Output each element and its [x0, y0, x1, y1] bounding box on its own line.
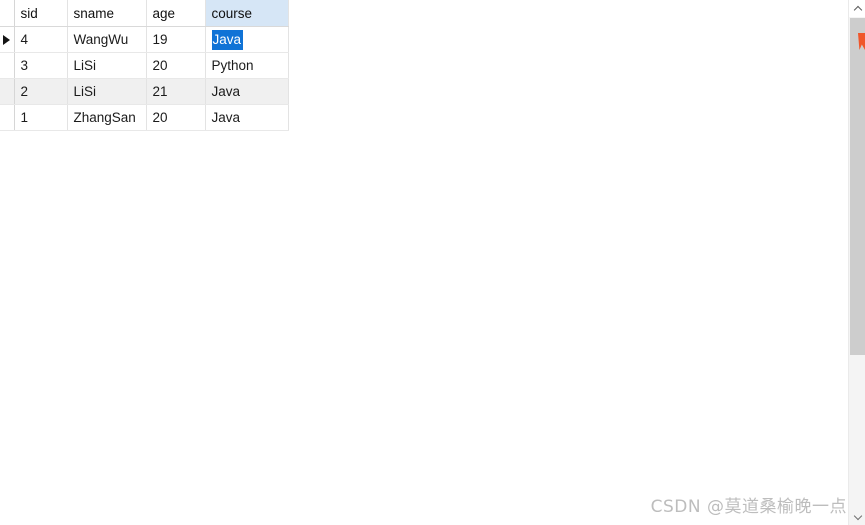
column-header-sname[interactable]: sname — [67, 0, 147, 27]
cell-sname[interactable]: WangWu — [67, 26, 147, 53]
watermark: CSDN @莫道桑榆晚一点 — [650, 497, 847, 517]
cell-sid[interactable]: 1 — [14, 104, 68, 131]
row-indicator-cell[interactable] — [0, 104, 15, 131]
row-indicator-cell[interactable] — [0, 78, 15, 105]
row-indicator-cell[interactable] — [0, 52, 15, 79]
row-indicator-cell[interactable] — [0, 26, 15, 53]
chevron-down-icon — [854, 513, 862, 521]
cell-sid[interactable]: 2 — [14, 78, 68, 105]
data-grid[interactable]: sid sname age course 4 WangWu 19 Java 3 — [0, 0, 289, 131]
column-header-indicator — [0, 0, 15, 27]
cell-sname[interactable]: LiSi — [67, 52, 147, 79]
column-header-age[interactable]: age — [146, 0, 206, 27]
cell-course[interactable]: Java — [205, 104, 289, 131]
column-header-sid[interactable]: sid — [14, 0, 68, 27]
cell-age[interactable]: 20 — [146, 104, 206, 131]
cell-sid[interactable]: 4 — [14, 26, 68, 53]
cell-course-selected[interactable]: Java — [205, 26, 289, 53]
cell-sid[interactable]: 3 — [14, 52, 68, 79]
cell-course[interactable]: Java — [205, 78, 289, 105]
table-row[interactable]: 4 WangWu 19 Java — [0, 26, 289, 53]
table-row[interactable]: 3 LiSi 20 Python — [0, 52, 289, 79]
scroll-up-button[interactable] — [849, 0, 865, 17]
cell-age[interactable]: 19 — [146, 26, 206, 53]
cell-age[interactable]: 20 — [146, 52, 206, 79]
cell-age[interactable]: 21 — [146, 78, 206, 105]
chevron-up-icon — [854, 5, 862, 13]
scroll-down-button[interactable] — [849, 508, 865, 525]
data-grid-container: sid sname age course 4 WangWu 19 Java 3 — [0, 0, 289, 131]
table-row[interactable]: 2 LiSi 21 Java — [0, 78, 289, 105]
cell-sname[interactable]: ZhangSan — [67, 104, 147, 131]
column-header-course[interactable]: course — [205, 0, 289, 27]
vertical-scrollbar[interactable] — [848, 0, 865, 525]
cell-course[interactable]: Python — [205, 52, 289, 79]
table-row[interactable]: 1 ZhangSan 20 Java — [0, 104, 289, 131]
current-row-arrow-icon — [3, 34, 10, 45]
grid-header-row: sid sname age course — [0, 0, 289, 27]
selected-cell-text: Java — [211, 29, 244, 50]
scrollbar-thumb[interactable] — [850, 18, 865, 355]
cell-sname[interactable]: LiSi — [67, 78, 147, 105]
